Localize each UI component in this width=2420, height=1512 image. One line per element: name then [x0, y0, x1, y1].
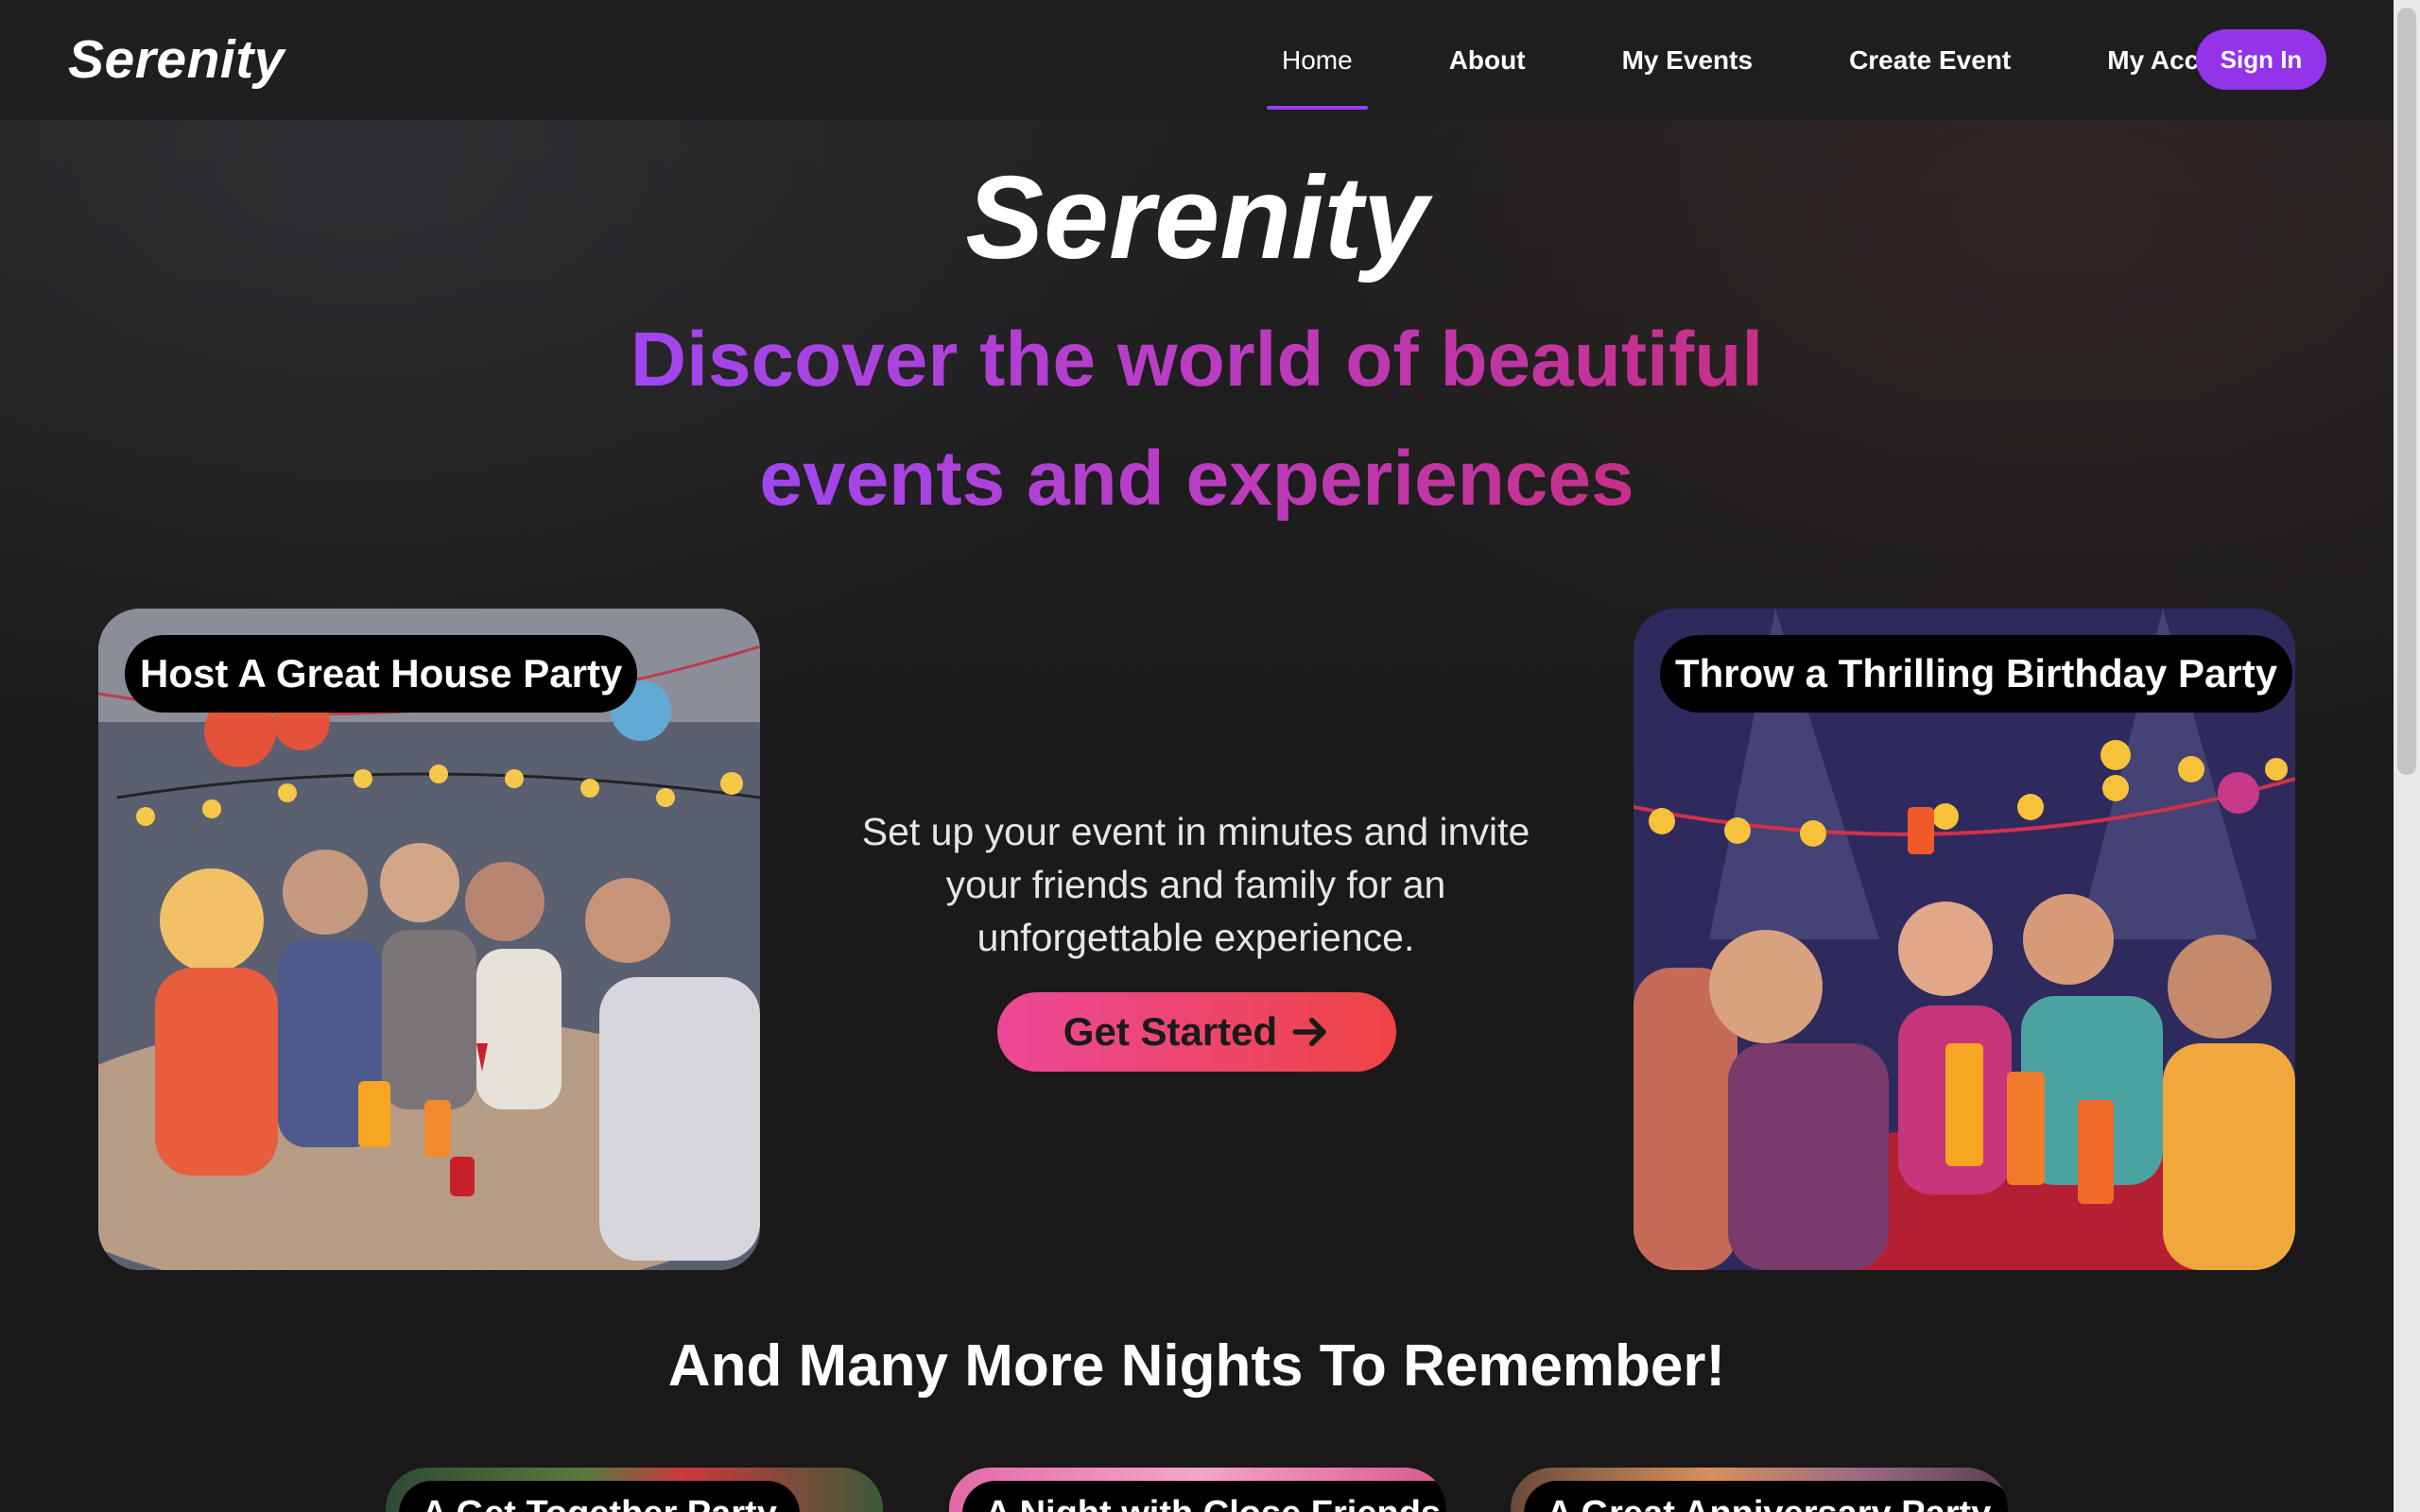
house-party-card[interactable]: Host A Great House Party — [98, 609, 760, 1270]
page-scrollbar[interactable] — [2394, 0, 2420, 1512]
hero-subtitle: Discover the world of beautiful events a… — [0, 301, 2394, 539]
house-party-card-label: Host A Great House Party — [125, 635, 638, 713]
anniversary-card[interactable]: A Great Anniversary Party — [1511, 1468, 2008, 1512]
brand-logo[interactable]: Serenity — [68, 28, 285, 91]
intro-text: Set up your event in minutes and invite … — [861, 810, 1530, 959]
nav-links: Home About My Events Create Event My Acc… — [1267, 0, 2338, 120]
nav-link-my-events[interactable]: My Events — [1607, 36, 1769, 85]
get-together-card-label: A Get Together Party — [399, 1481, 800, 1512]
nav-link-about[interactable]: About — [1434, 36, 1541, 85]
close-friends-card[interactable]: A Night with Close Friends — [949, 1468, 1446, 1512]
scrollbar-thumb[interactable] — [2397, 8, 2416, 775]
page: Serenity Home About My Events Create Eve… — [0, 0, 2420, 1512]
nav-link-home[interactable]: Home — [1267, 36, 1368, 110]
close-friends-card-label: A Night with Close Friends — [962, 1481, 1446, 1512]
navbar: Serenity Home About My Events Create Eve… — [0, 0, 2394, 120]
hero-subtitle-line1: Discover the world of beautiful — [630, 317, 1764, 403]
nav-link-create-event[interactable]: Create Event — [1834, 36, 2026, 85]
hero-title: Serenity — [965, 153, 1428, 284]
arrow-right-icon — [1292, 1017, 1326, 1047]
get-together-card[interactable]: A Get Together Party — [386, 1468, 883, 1512]
anniversary-card-label: A Great Anniversary Party — [1524, 1481, 2008, 1512]
birthday-party-card[interactable]: Throw a Thrilling Birthday Party — [1634, 609, 2295, 1270]
get-started-label: Get Started — [1063, 1009, 1278, 1054]
get-started-button[interactable]: Get Started — [997, 992, 1396, 1072]
hero-subtitle-line2: events and experiences — [759, 436, 1634, 522]
more-events-heading: And Many More Nights To Remember! — [667, 1333, 1726, 1399]
sign-in-button[interactable]: Sign In — [2196, 29, 2326, 90]
birthday-party-card-label: Throw a Thrilling Birthday Party — [1660, 635, 2293, 713]
